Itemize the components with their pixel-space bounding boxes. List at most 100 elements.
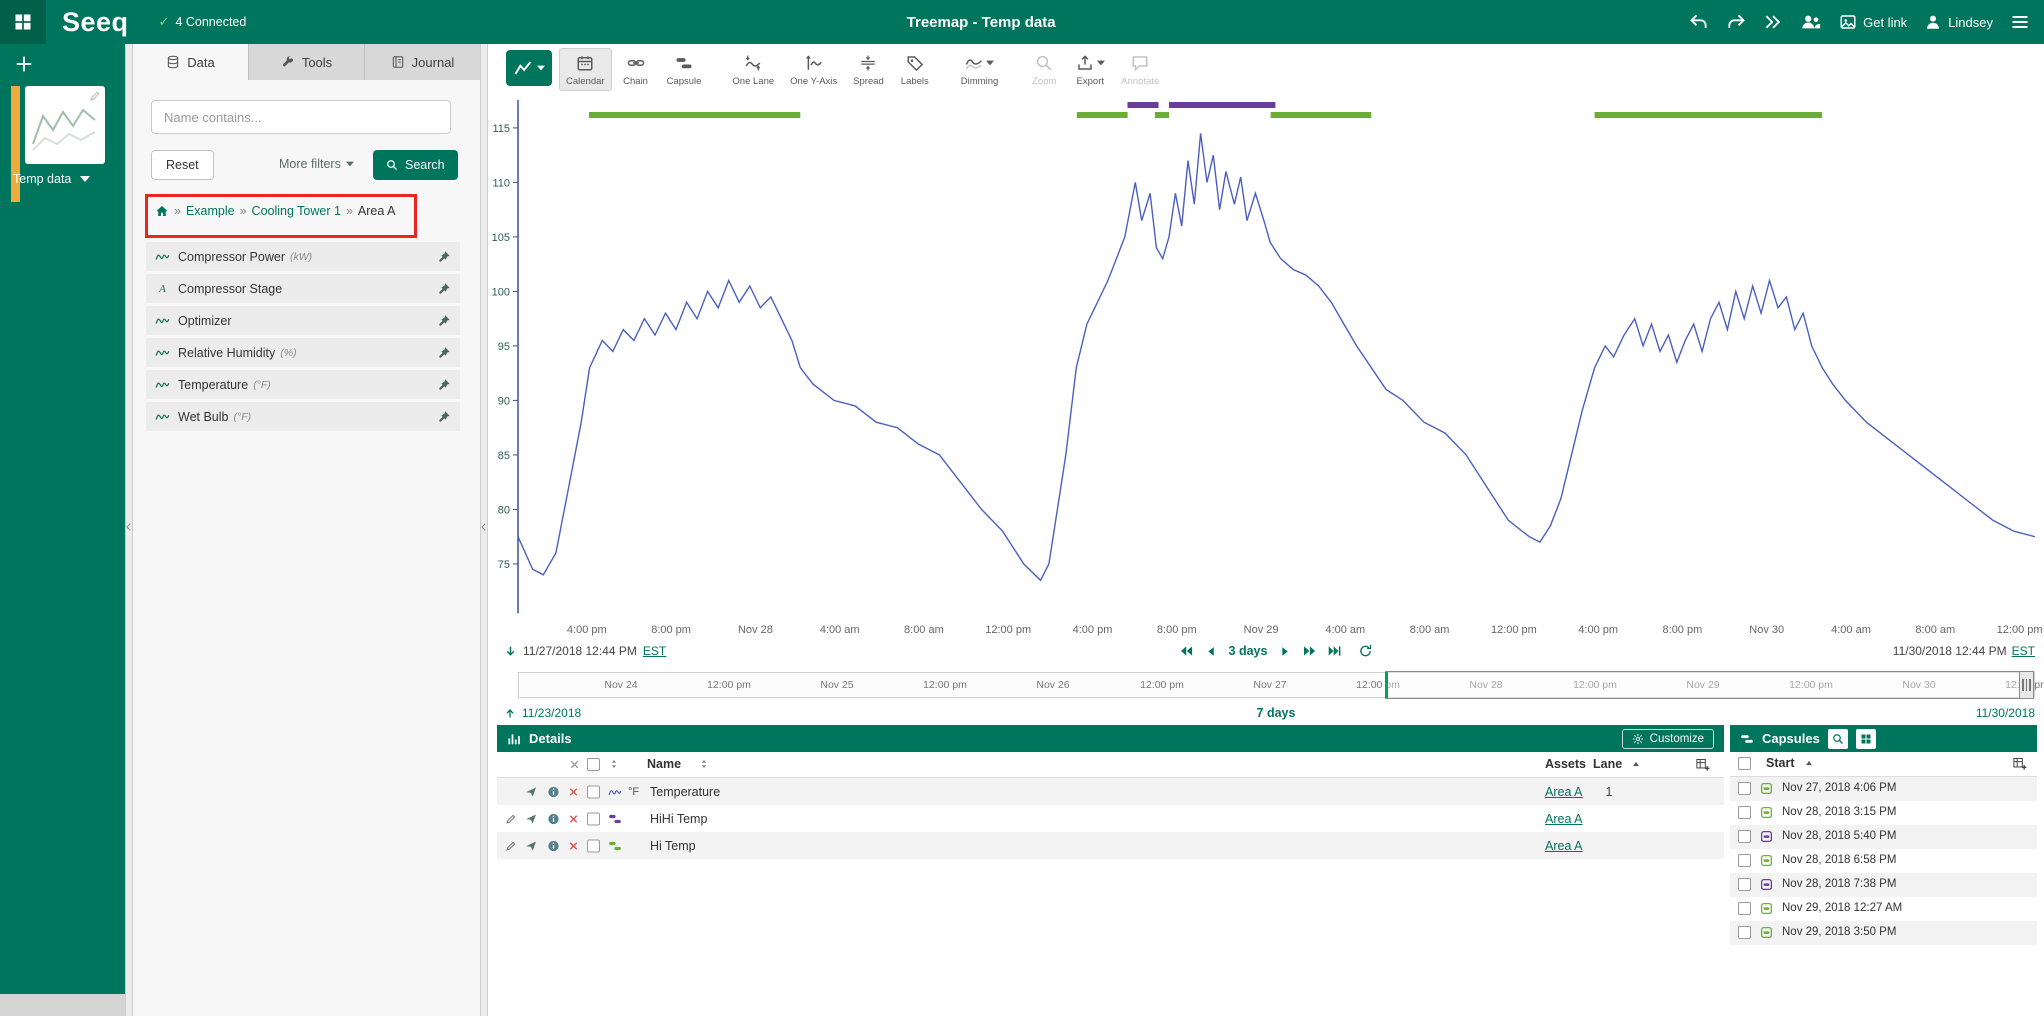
- step-forward-icon[interactable]: [1278, 645, 1291, 658]
- capsule-bar-hi-temp[interactable]: [1595, 112, 1823, 118]
- collapse-worksheet-strip-handle[interactable]: [125, 44, 133, 1016]
- toolbar-button-calendar[interactable]: Calendar: [559, 48, 612, 91]
- fast-forward-icon[interactable]: [1302, 644, 1316, 658]
- timezone-link[interactable]: EST: [2012, 644, 2035, 658]
- collapse-data-panel-handle[interactable]: [480, 44, 488, 1016]
- capsule-row[interactable]: Nov 28, 2018 5:40 PM: [1730, 825, 2037, 849]
- capsule-bar-hi-temp[interactable]: [1077, 112, 1128, 118]
- capsules-grid-button[interactable]: [1856, 729, 1876, 749]
- add-column-icon[interactable]: [2012, 756, 2027, 771]
- pin-icon[interactable]: [438, 282, 451, 295]
- pin-icon[interactable]: [438, 314, 451, 327]
- rewind-icon[interactable]: [1180, 644, 1194, 658]
- display-duration-label[interactable]: 3 days: [1229, 644, 1268, 658]
- toolbar-button-capsule[interactable]: Capsule: [660, 48, 709, 91]
- column-header-assets[interactable]: Assets: [1545, 757, 1586, 771]
- toolbar-button-one-lane[interactable]: One Lane: [725, 48, 781, 91]
- step-back-icon[interactable]: [1205, 645, 1218, 658]
- close-icon[interactable]: [568, 840, 579, 851]
- data-item-compressor-power[interactable]: Compressor Power(kW): [146, 242, 460, 271]
- capsule-bar-hihi-temp[interactable]: [1128, 102, 1159, 108]
- asset-link[interactable]: Area A: [1545, 812, 1583, 826]
- close-icon[interactable]: [568, 813, 579, 824]
- info-icon[interactable]: [547, 812, 560, 825]
- connection-status[interactable]: ✓ 4 Connected: [159, 14, 247, 30]
- pencil-icon[interactable]: [89, 90, 101, 102]
- timezone-link[interactable]: EST: [643, 644, 666, 658]
- fast-forward-icon[interactable]: [1763, 12, 1783, 32]
- toolbar-button-export[interactable]: Export: [1068, 48, 1112, 91]
- row-checkbox[interactable]: [1738, 878, 1751, 891]
- close-icon[interactable]: [568, 786, 579, 797]
- data-item-relative-humidity[interactable]: Relative Humidity(%): [146, 338, 460, 367]
- search-input[interactable]: [151, 100, 451, 134]
- sort-icon[interactable]: [608, 758, 620, 770]
- toolbar-button-one-y-axis[interactable]: One Y-Axis: [783, 48, 844, 91]
- remove-all-icon[interactable]: [569, 759, 580, 770]
- row-checkbox[interactable]: [1738, 902, 1751, 915]
- column-header-lane[interactable]: Lane: [1593, 757, 1622, 771]
- row-checkbox[interactable]: [587, 812, 600, 825]
- worksheet-label[interactable]: Temp data: [0, 172, 125, 186]
- toolbar-button-spread[interactable]: Spread: [846, 48, 891, 91]
- pin-icon[interactable]: [438, 346, 451, 359]
- users-icon[interactable]: [1800, 11, 1822, 33]
- pencil-icon[interactable]: [505, 813, 517, 825]
- time-scrubber[interactable]: Nov 2412:00 pmNov 2512:00 pmNov 2612:00 …: [518, 672, 2035, 698]
- breadcrumb-item-example[interactable]: Example: [186, 204, 235, 218]
- capsule-row[interactable]: Nov 28, 2018 7:38 PM: [1730, 873, 2037, 897]
- tab-journal[interactable]: Journal: [365, 44, 480, 80]
- pin-icon[interactable]: [438, 378, 451, 391]
- tab-data[interactable]: Data: [133, 44, 249, 80]
- refresh-icon[interactable]: [1358, 644, 1372, 658]
- worksheet-thumbnail[interactable]: [25, 86, 105, 164]
- column-header-start[interactable]: Start: [1766, 756, 1794, 770]
- row-checkbox[interactable]: [1738, 830, 1751, 843]
- toolbar-button-dimming[interactable]: Dimming: [954, 48, 1005, 91]
- send-icon[interactable]: [525, 840, 537, 852]
- capsule-bar-hihi-temp[interactable]: [1169, 102, 1275, 108]
- redo-icon[interactable]: [1726, 12, 1746, 32]
- toolbar-button-labels[interactable]: Labels: [893, 48, 937, 91]
- select-all-checkbox[interactable]: [587, 758, 600, 771]
- sort-icon[interactable]: [698, 758, 710, 770]
- capsule-row[interactable]: Nov 28, 2018 6:58 PM: [1730, 849, 2037, 873]
- row-checkbox[interactable]: [1738, 854, 1751, 867]
- row-checkbox[interactable]: [587, 785, 600, 798]
- user-menu[interactable]: Lindsey: [1924, 13, 1993, 31]
- new-worksheet-button[interactable]: [13, 53, 35, 75]
- investigate-end-label[interactable]: 11/30/2018: [1976, 706, 2035, 720]
- data-item-compressor-stage[interactable]: ACompressor Stage: [146, 274, 460, 303]
- search-button[interactable]: Search: [373, 150, 458, 180]
- capsule-row[interactable]: Nov 29, 2018 3:50 PM: [1730, 921, 2037, 945]
- display-range-end[interactable]: 11/30/2018 12:44 PM EST: [1893, 644, 2035, 658]
- row-checkbox[interactable]: [1738, 806, 1751, 819]
- capsule-row[interactable]: Nov 29, 2018 12:27 AM: [1730, 897, 2037, 921]
- send-icon[interactable]: [525, 813, 537, 825]
- scrubber-drag-handle[interactable]: [2019, 671, 2034, 699]
- hamburger-menu-icon[interactable]: [2010, 12, 2030, 32]
- data-item-optimizer[interactable]: Optimizer: [146, 306, 460, 335]
- get-link-button[interactable]: Get link: [1839, 13, 1907, 31]
- scrubber-selection[interactable]: [1385, 671, 2034, 699]
- home-icon[interactable]: [155, 204, 169, 218]
- reset-button[interactable]: Reset: [151, 150, 214, 180]
- investigate-duration-label[interactable]: 7 days: [1257, 706, 1296, 720]
- capsule-bar-hi-temp[interactable]: [1271, 112, 1372, 118]
- breadcrumb-item-cooling-tower-1[interactable]: Cooling Tower 1: [252, 204, 341, 218]
- data-item-wet-bulb[interactable]: Wet Bulb(°F): [146, 402, 460, 431]
- customize-button[interactable]: Customize: [1622, 729, 1714, 749]
- toolbar-button-chain[interactable]: Chain: [614, 48, 658, 91]
- info-icon[interactable]: [547, 785, 560, 798]
- sort-up-icon[interactable]: [1804, 758, 1814, 768]
- scrubber-selection-start-handle[interactable]: [1385, 672, 1388, 698]
- asset-link[interactable]: Area A: [1545, 785, 1583, 799]
- tab-tools[interactable]: Tools: [249, 44, 365, 80]
- row-checkbox[interactable]: [1738, 926, 1751, 939]
- row-checkbox[interactable]: [1738, 782, 1751, 795]
- info-icon[interactable]: [547, 839, 560, 852]
- undo-icon[interactable]: [1689, 12, 1709, 32]
- display-range-start[interactable]: 11/27/2018 12:44 PM EST: [504, 644, 666, 658]
- capsule-row[interactable]: Nov 28, 2018 3:15 PM: [1730, 801, 2037, 825]
- more-filters-button[interactable]: More filters: [279, 157, 354, 171]
